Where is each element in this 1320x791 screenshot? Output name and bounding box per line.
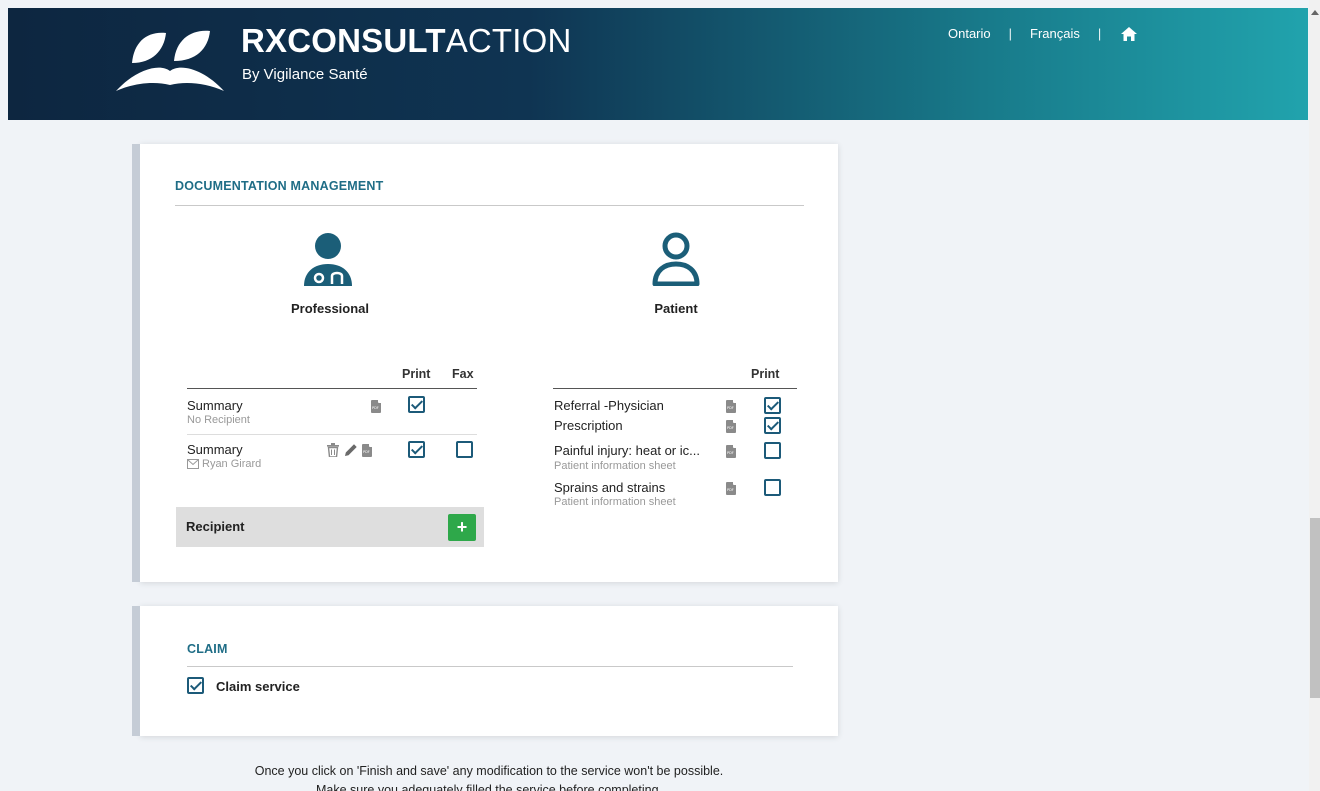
- nav-separator: |: [1008, 26, 1013, 41]
- professional-summary-fax-checkbox[interactable]: [456, 441, 473, 458]
- patient-doc-name: Prescription: [554, 418, 623, 433]
- finish-warning-line1: Once you click on 'Finish and save' any …: [254, 764, 724, 778]
- claim-title: CLAIM: [187, 642, 228, 656]
- patient-icon: [652, 232, 700, 286]
- home-icon[interactable]: [1121, 26, 1138, 41]
- brand-name: RXCONSULTACTION: [241, 22, 572, 59]
- professional-doc-name: Summary: [187, 398, 243, 413]
- sprains-print-checkbox[interactable]: [764, 479, 781, 496]
- referral-print-checkbox[interactable]: [764, 397, 781, 414]
- claim-service-label: Claim service: [216, 679, 300, 694]
- professional-print-header: Print: [402, 367, 431, 381]
- brand-tagline: By Vigilance Santé: [242, 66, 368, 83]
- professional-fax-header: Fax: [452, 367, 474, 381]
- pdf-icon[interactable]: [726, 400, 736, 413]
- section-divider: [187, 666, 793, 667]
- recipient-bar: Recipient +: [176, 507, 484, 547]
- documentation-card: DOCUMENTATION MANAGEMENT Professional Pa…: [132, 144, 838, 582]
- finish-warning-line2: Make sure you adequately filled the serv…: [315, 783, 663, 791]
- patient-label: Patient: [654, 301, 698, 316]
- add-recipient-button[interactable]: +: [448, 514, 476, 541]
- table-header-divider: [553, 388, 797, 389]
- pdf-icon[interactable]: [726, 482, 736, 495]
- envelope-icon: [187, 459, 199, 469]
- province-link[interactable]: Ontario: [948, 26, 991, 41]
- pdf-icon[interactable]: [726, 445, 736, 458]
- table-header-divider: [187, 388, 477, 389]
- patient-print-header: Print: [751, 367, 780, 381]
- section-divider: [175, 205, 804, 206]
- pdf-icon[interactable]: [371, 400, 381, 413]
- patient-doc-name: Referral -Physician: [554, 398, 664, 413]
- pdf-icon[interactable]: [362, 444, 372, 457]
- professional-summary-print-checkbox[interactable]: [408, 441, 425, 458]
- row-divider: [187, 434, 477, 435]
- patient-doc-name: Painful injury: heat or ic...: [554, 443, 700, 458]
- app-header: RXCONSULTACTION By Vigilance Santé Ontar…: [8, 8, 1308, 120]
- claim-card: CLAIM Claim service: [132, 606, 838, 736]
- scrollbar-thumb[interactable]: [1310, 518, 1320, 698]
- professional-doc-recipient: Ryan Girard: [202, 458, 262, 470]
- claim-service-checkbox[interactable]: [187, 677, 204, 694]
- prescription-print-checkbox[interactable]: [764, 417, 781, 434]
- professional-doc-recipient: No Recipient: [187, 414, 250, 426]
- painful-injury-print-checkbox[interactable]: [764, 442, 781, 459]
- trash-icon[interactable]: [327, 443, 339, 457]
- nav-separator: |: [1097, 26, 1102, 41]
- documentation-title: DOCUMENTATION MANAGEMENT: [175, 179, 384, 193]
- professional-doc-name: Summary: [187, 442, 243, 457]
- patient-doc-type: Patient information sheet: [554, 460, 676, 472]
- card-accent-bar: [132, 606, 140, 736]
- patient-doc-name: Sprains and strains: [554, 480, 666, 495]
- card-accent-bar: [132, 144, 140, 582]
- scroll-up-arrow-icon[interactable]: [1311, 10, 1319, 15]
- professional-summary-print-checkbox[interactable]: [408, 396, 425, 413]
- leaf-logo-icon[interactable]: [114, 23, 224, 93]
- patient-doc-type: Patient information sheet: [554, 496, 676, 508]
- professional-label: Professional: [290, 301, 370, 316]
- pdf-icon[interactable]: [726, 420, 736, 433]
- top-nav: Ontario | Français |: [948, 26, 1138, 41]
- edit-pencil-icon[interactable]: [344, 443, 358, 457]
- doctor-icon: [304, 233, 352, 286]
- language-link[interactable]: Français: [1030, 26, 1080, 41]
- recipient-label: Recipient: [186, 519, 245, 534]
